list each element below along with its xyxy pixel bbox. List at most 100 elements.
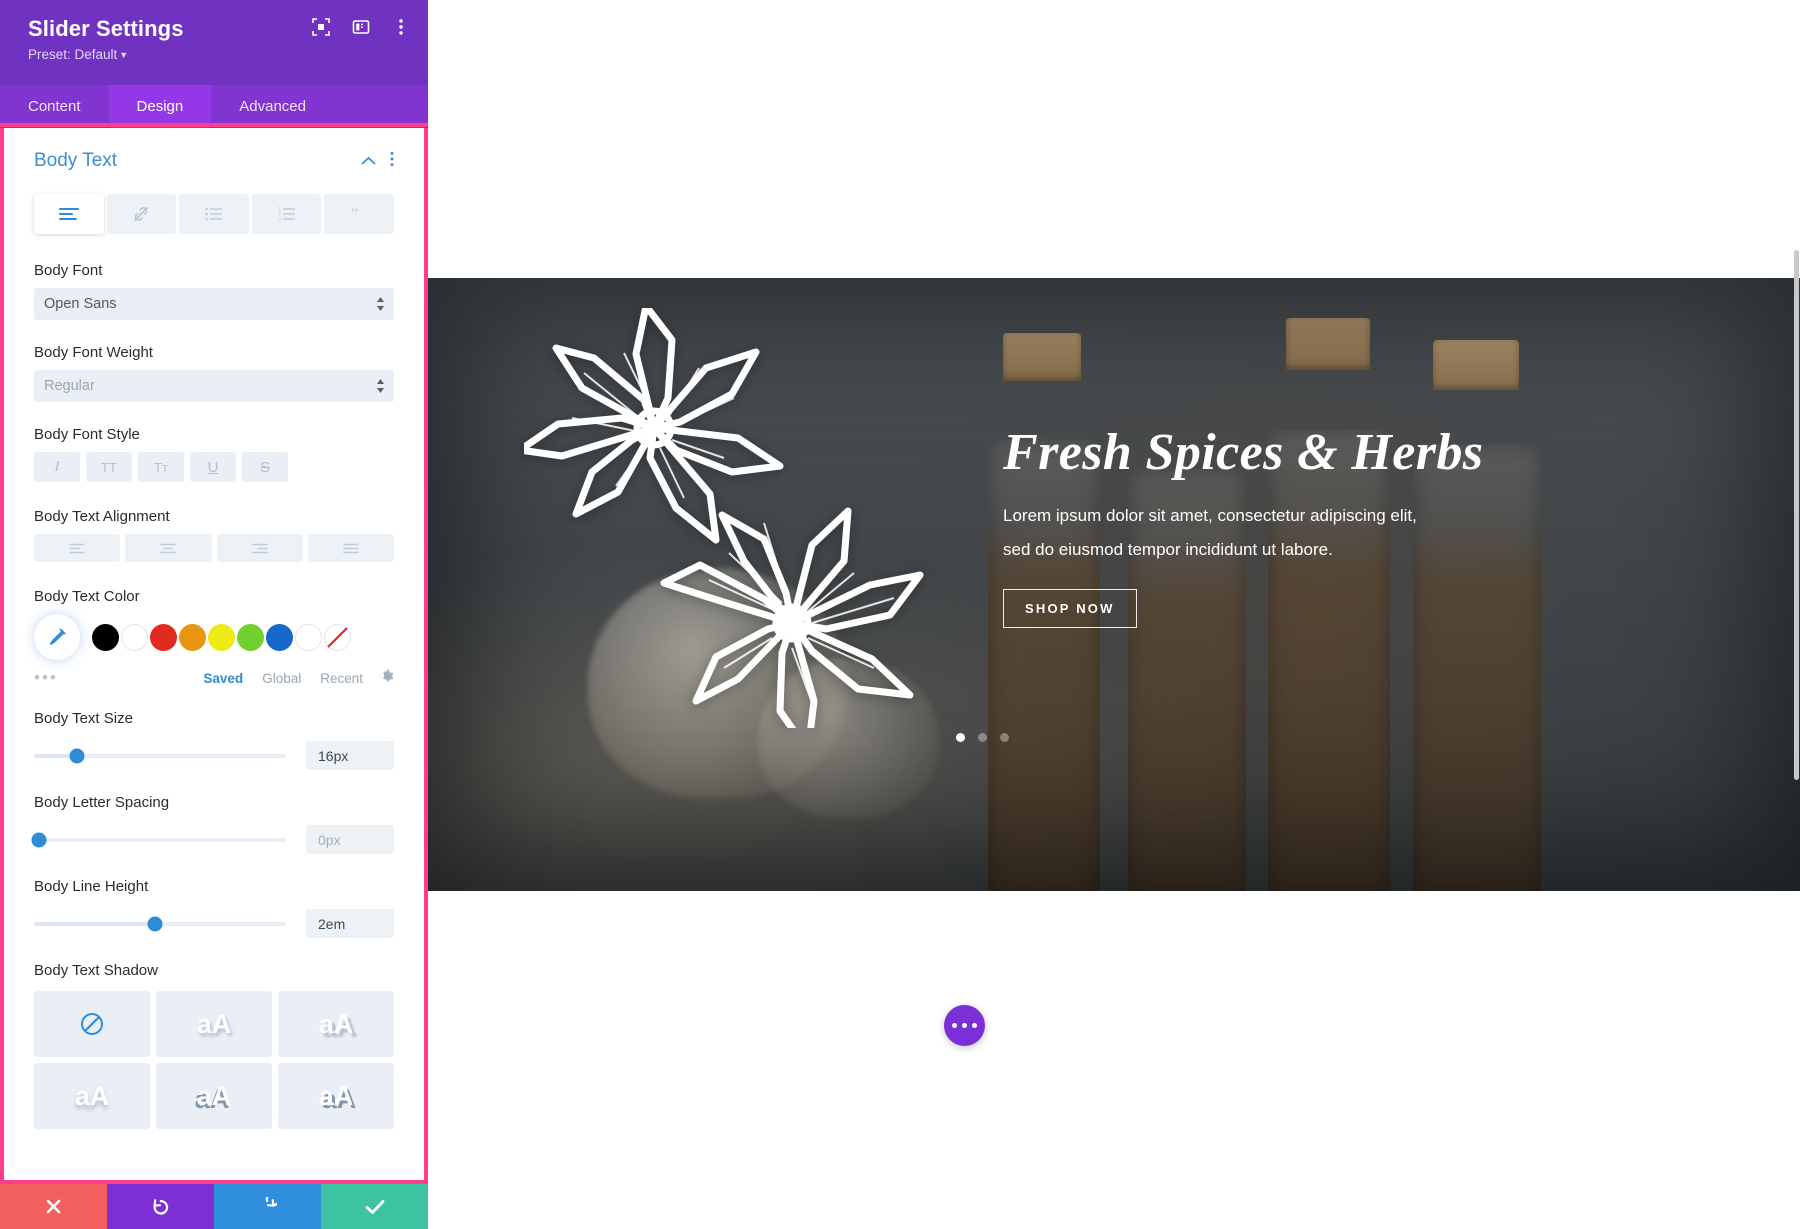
slider-module-preview[interactable]: Fresh Spices & Herbs Lorem ipsum dolor s… <box>428 278 1800 891</box>
undo-button[interactable] <box>107 1184 214 1229</box>
panel-header: Slider Settings Preset: Default ▼ <box>0 0 428 85</box>
body-font-select[interactable]: Open Sans <box>34 288 394 320</box>
shadow-none-button[interactable] <box>34 991 150 1057</box>
body-text-shadow-label: Body Text Shadow <box>34 962 158 979</box>
shadow-preset-4-button[interactable]: aA <box>156 1063 272 1129</box>
body-text-alignment-options <box>34 534 394 562</box>
slider-dot-2[interactable] <box>978 733 987 742</box>
body-letter-spacing-group: Body Letter Spacing 0px <box>31 794 394 854</box>
body-text-size-group: Body Text Size 16px <box>34 710 394 770</box>
swatch-white[interactable] <box>121 623 148 651</box>
section-title: Body Text <box>34 150 118 171</box>
palette-tab-recent[interactable]: Recent <box>320 671 363 686</box>
gear-icon[interactable] <box>380 669 394 688</box>
section-more-vertical-icon[interactable] <box>390 151 394 172</box>
link-tab[interactable] <box>106 194 177 234</box>
swatch-green[interactable] <box>237 623 264 651</box>
slider-dot-1[interactable] <box>956 733 965 742</box>
shop-now-button[interactable]: SHOP NOW <box>1003 588 1137 628</box>
body-text-size-slider[interactable] <box>34 748 286 763</box>
swatch-red[interactable] <box>150 623 177 651</box>
eyedropper-icon[interactable] <box>34 614 80 660</box>
palette-more-button[interactable]: ••• <box>34 668 184 688</box>
slide-description-line-2: sed do eiusmod tempor incididunt ut labo… <box>1003 539 1333 559</box>
body-text-size-knob[interactable] <box>69 748 85 763</box>
slider-settings-panel: Slider Settings Preset: Default ▼ Conten… <box>0 0 428 1229</box>
body-font-style-options: I TT Tᴛ U S <box>34 452 394 482</box>
body-font-weight-select[interactable]: Regular <box>34 370 394 402</box>
palette-tab-saved[interactable]: Saved <box>203 671 243 686</box>
strikethrough-button[interactable]: S <box>242 452 288 482</box>
uppercase-button[interactable]: TT <box>86 452 132 482</box>
swatch-orange[interactable] <box>179 623 206 651</box>
shadow-preset-5-glyph: aA <box>318 1080 354 1111</box>
swatch-yellow[interactable] <box>208 623 235 651</box>
align-right-button[interactable] <box>216 534 303 562</box>
page-settings-fab[interactable] <box>944 1005 985 1046</box>
align-center-button[interactable] <box>125 534 212 562</box>
slider-pagination <box>956 733 1009 742</box>
tab-advanced[interactable]: Advanced <box>211 85 334 128</box>
chevron-down-icon: ▼ <box>119 50 129 60</box>
body-text-shadow-options: aA aA aA aA aA <box>34 991 394 1129</box>
chevron-up-icon[interactable] <box>361 153 376 170</box>
body-text-size-value: 16px <box>318 747 349 764</box>
ellipsis-dot <box>952 1023 957 1028</box>
preset-label: Preset: Default <box>28 47 118 62</box>
slider-dot-3[interactable] <box>1000 733 1009 742</box>
body-text-size-input[interactable]: 16px <box>306 741 394 770</box>
svg-text:3: 3 <box>278 217 281 221</box>
underline-button[interactable]: U <box>190 452 236 482</box>
body-line-height-label: Body Line Height <box>34 878 149 895</box>
body-letter-spacing-knob[interactable] <box>31 832 47 847</box>
body-line-height-slider[interactable] <box>34 916 286 931</box>
shadow-preset-2-glyph: aA <box>318 1008 354 1039</box>
align-justify-button[interactable] <box>307 534 394 562</box>
italic-glyph: I <box>54 458 60 475</box>
select-arrows-icon <box>376 379 385 393</box>
body-letter-spacing-value: 0px <box>318 831 341 848</box>
tab-design[interactable]: Design <box>108 85 212 128</box>
body-text-color-palette <box>34 614 394 660</box>
save-button[interactable] <box>321 1184 428 1229</box>
ordered-list-tab[interactable]: 1 2 3 <box>251 194 322 234</box>
body-text-color-label: Body Text Color <box>34 588 140 605</box>
page-scrollbar[interactable] <box>1794 250 1799 780</box>
tab-content[interactable]: Content <box>0 85 109 128</box>
swatch-white-2[interactable] <box>295 623 322 651</box>
shadow-preset-2-button[interactable]: aA <box>278 991 394 1057</box>
panel-tabs: Content Design Advanced <box>0 85 428 128</box>
preset-selector[interactable]: Preset: Default ▼ <box>28 47 406 62</box>
small-caps-button[interactable]: Tᴛ <box>138 452 184 482</box>
body-letter-spacing-input[interactable]: 0px <box>306 825 394 854</box>
shadow-preset-5-button[interactable]: aA <box>278 1063 394 1129</box>
focus-icon[interactable] <box>311 17 330 36</box>
blockquote-tab[interactable]: ” <box>324 194 394 234</box>
cancel-button[interactable] <box>0 1184 107 1229</box>
shadow-preset-3-glyph: aA <box>74 1080 110 1111</box>
panel-layout-icon[interactable] <box>351 17 370 36</box>
body-line-height-input[interactable]: 2em <box>306 909 394 938</box>
star-anise-illustration <box>516 302 964 755</box>
shadow-preset-3-button[interactable]: aA <box>34 1063 150 1129</box>
shadow-preset-1-glyph: aA <box>196 1008 232 1039</box>
body-line-height-value: 2em <box>318 915 346 932</box>
palette-tab-global[interactable]: Global <box>262 671 301 686</box>
unordered-list-tab[interactable] <box>179 194 249 234</box>
align-left-button[interactable] <box>34 534 121 562</box>
body-text-tab[interactable] <box>34 194 104 234</box>
swatch-transparent[interactable] <box>324 623 351 651</box>
swatch-black[interactable] <box>92 623 119 651</box>
shadow-preset-1-button[interactable]: aA <box>156 991 272 1057</box>
redo-button[interactable] <box>214 1184 321 1229</box>
strikethrough-glyph: S <box>259 458 270 476</box>
more-vertical-icon[interactable] <box>391 17 410 36</box>
italic-button[interactable]: I <box>34 452 80 482</box>
svg-text:”: ” <box>351 207 358 221</box>
slide-description-line-1: Lorem ipsum dolor sit amet, consectetur … <box>1003 505 1417 525</box>
panel-header-actions <box>311 17 410 36</box>
body-font-label: Body Font <box>34 262 103 279</box>
swatch-blue[interactable] <box>266 623 293 651</box>
body-letter-spacing-slider[interactable] <box>31 832 286 847</box>
body-line-height-knob[interactable] <box>147 916 163 931</box>
